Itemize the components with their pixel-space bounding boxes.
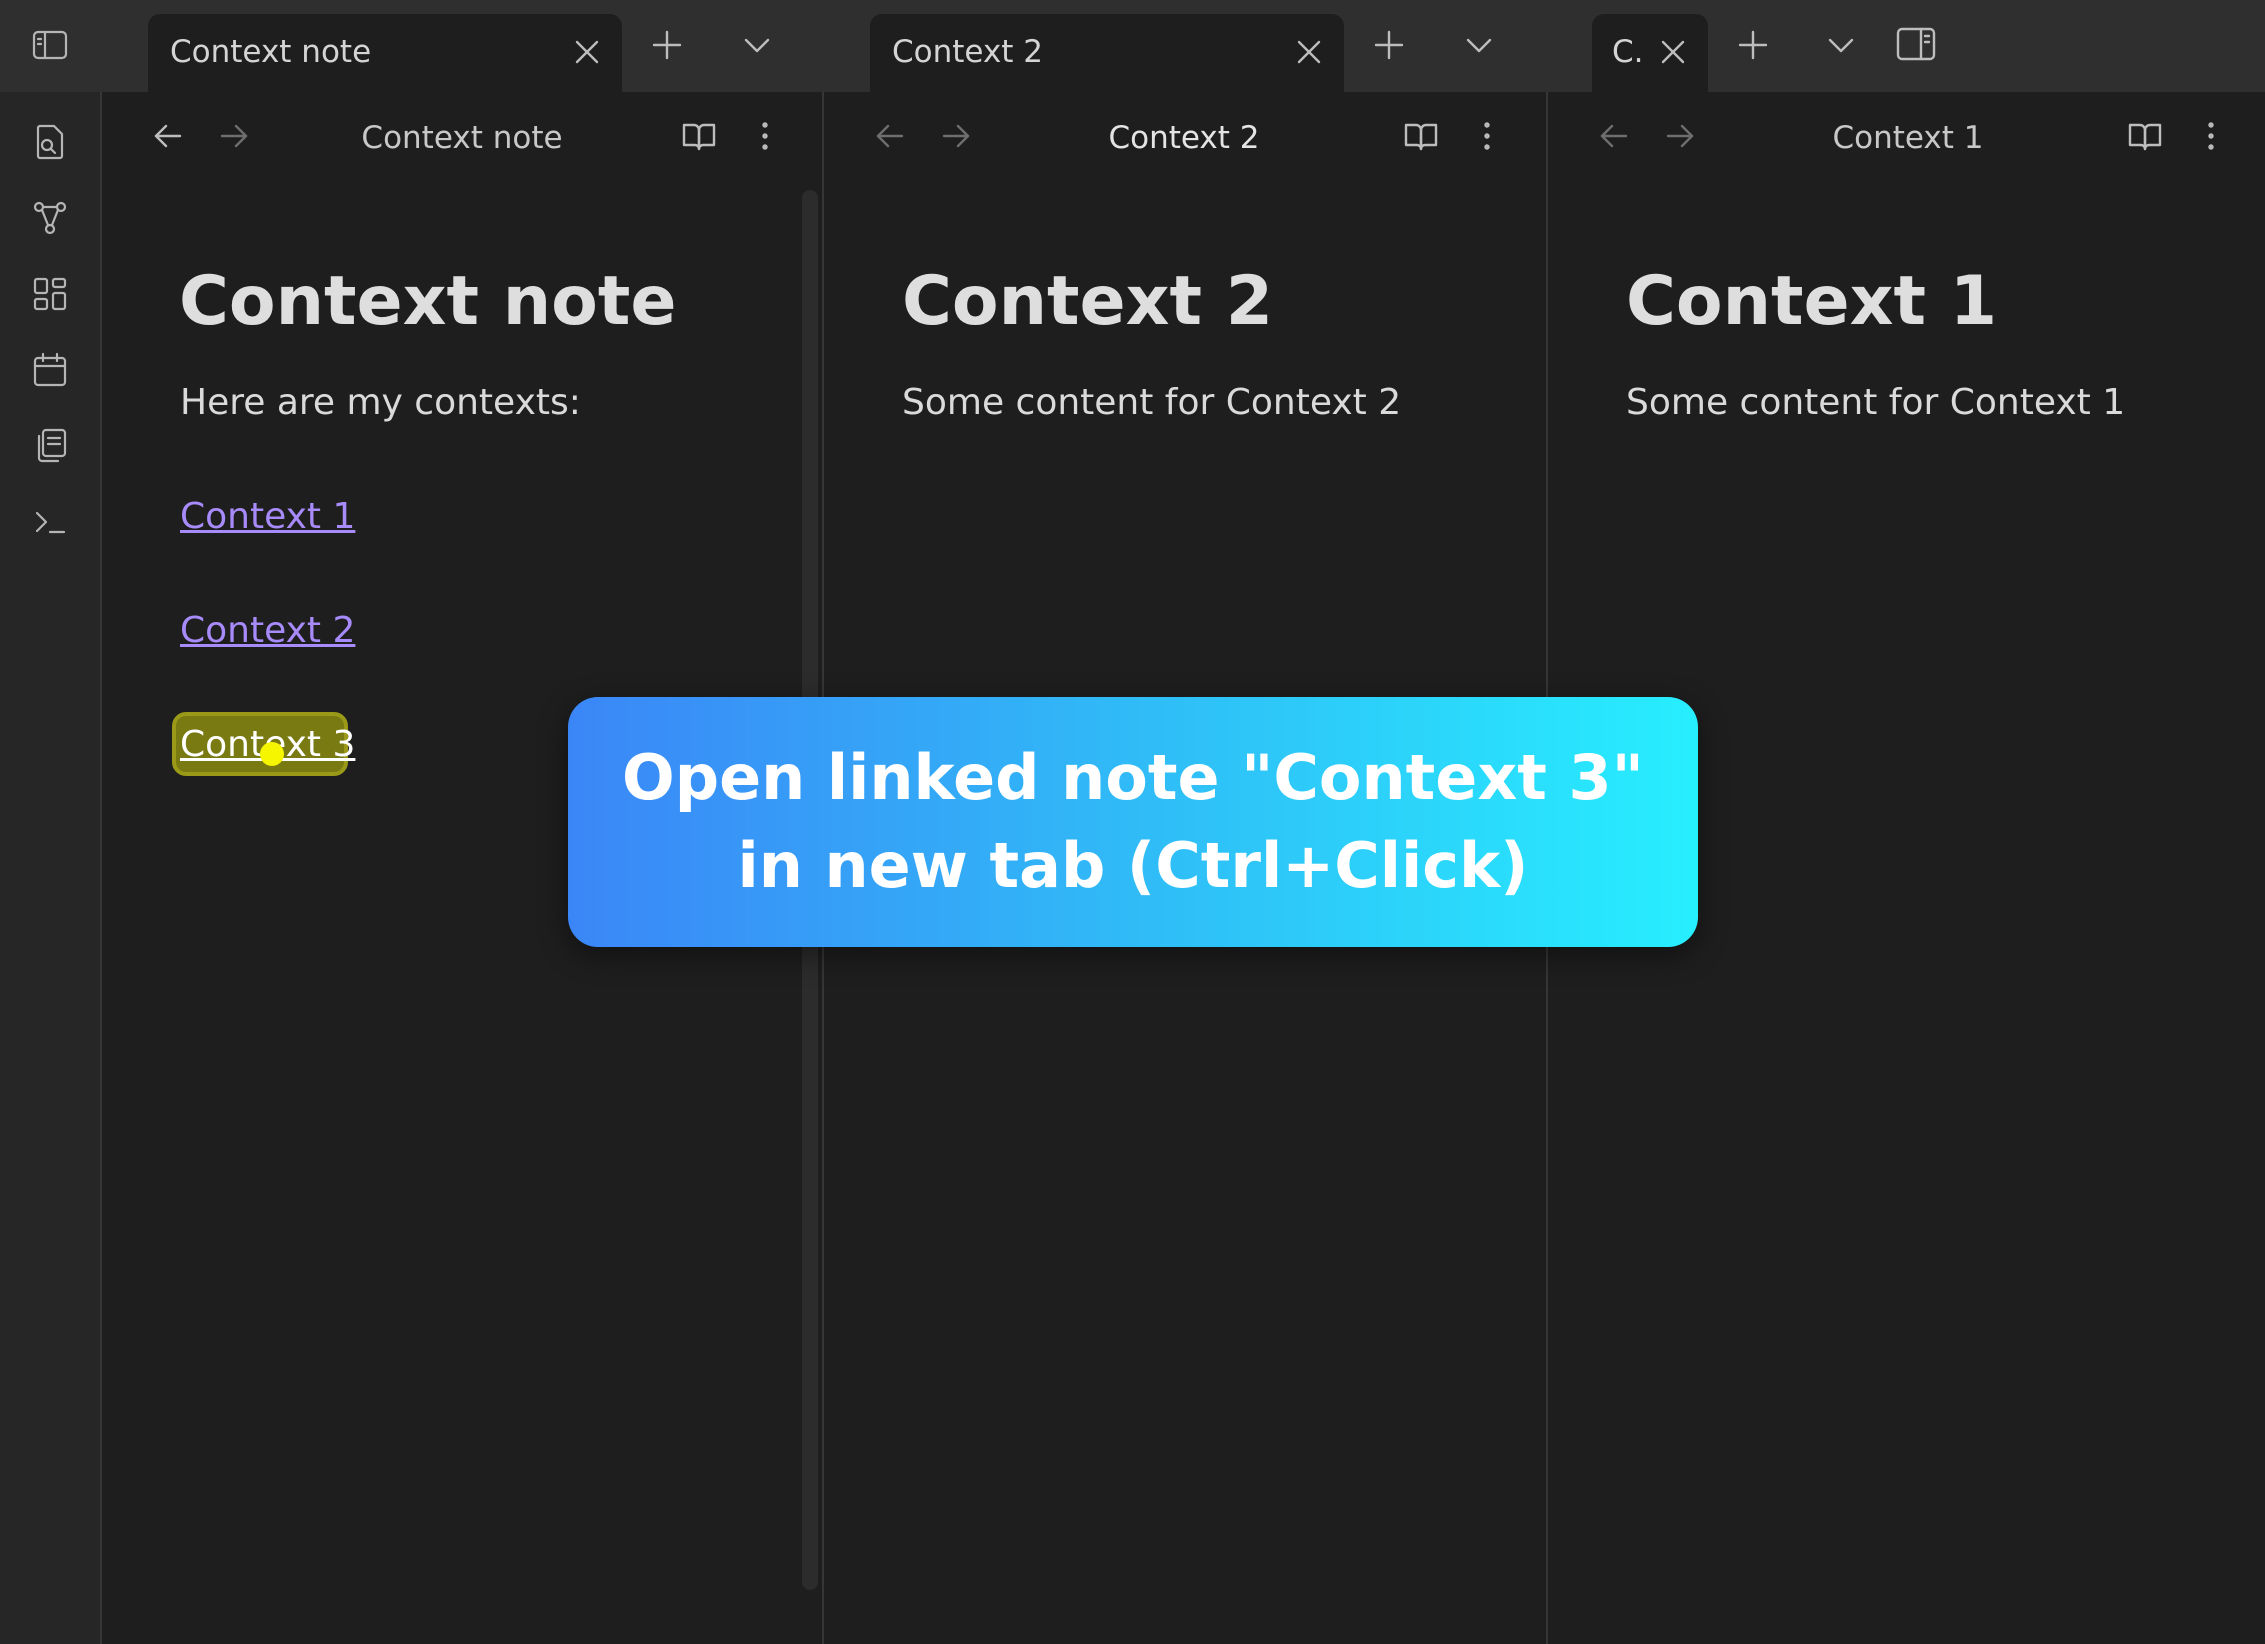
back-arrow-icon[interactable] [1596, 118, 1632, 154]
link-context-2[interactable]: Context 2 [180, 610, 355, 651]
close-icon[interactable] [1290, 33, 1328, 71]
graph-icon[interactable] [26, 194, 74, 242]
quick-switch-icon[interactable] [26, 118, 74, 166]
more-options-icon[interactable] [1468, 117, 1506, 155]
calendar-icon[interactable] [26, 346, 74, 394]
canvas-icon[interactable] [26, 270, 74, 318]
new-tab-icon[interactable] [1734, 26, 1772, 64]
more-options-icon[interactable] [2192, 117, 2230, 155]
templates-icon[interactable] [26, 422, 74, 470]
view-header-title[interactable]: Context 1 [1748, 92, 2068, 184]
terminal-icon[interactable] [26, 498, 74, 546]
banner-line-2: in new tab (Ctrl+Click) [737, 829, 1529, 902]
right-sidebar-toggle-icon[interactable] [1894, 22, 1938, 66]
chevron-down-icon[interactable] [738, 26, 776, 64]
chevron-down-icon[interactable] [1460, 26, 1498, 64]
note-paragraph: Here are my contexts: [180, 382, 581, 423]
banner-line-1: Open linked note "Context 3" [622, 741, 1644, 814]
reading-mode-icon[interactable] [2126, 117, 2164, 155]
back-arrow-icon[interactable] [150, 118, 186, 154]
tab-title: Context 2 [892, 34, 1044, 70]
tab-context-1[interactable]: C. [1592, 14, 1708, 92]
chevron-down-icon[interactable] [1822, 26, 1860, 64]
sidebar-toggle-icon[interactable] [26, 21, 74, 69]
instruction-banner: Open linked note "Context 3" in new tab … [568, 697, 1698, 947]
reading-mode-icon[interactable] [680, 117, 718, 155]
close-icon[interactable] [1654, 33, 1692, 71]
left-ribbon [0, 0, 102, 1644]
forward-arrow-icon[interactable] [938, 118, 974, 154]
back-arrow-icon[interactable] [872, 118, 908, 154]
note-paragraph: Some content for Context 2 [902, 382, 1402, 423]
note-paragraph: Some content for Context 1 [1626, 382, 2126, 423]
new-tab-icon[interactable] [1370, 26, 1408, 64]
tab-title: Context note [170, 34, 372, 70]
more-options-icon[interactable] [746, 117, 784, 155]
reading-mode-icon[interactable] [1402, 117, 1440, 155]
forward-arrow-icon[interactable] [1662, 118, 1698, 154]
link-context-1[interactable]: Context 1 [180, 496, 355, 537]
note-heading: Context 1 [1626, 262, 1998, 341]
tab-context-2[interactable]: Context 2 [870, 14, 1344, 92]
tab-title: C. [1612, 34, 1644, 70]
note-heading: Context 2 [902, 262, 1274, 341]
view-header-title[interactable]: Context 2 [1024, 92, 1344, 184]
close-icon[interactable] [568, 33, 606, 71]
cursor-indicator [260, 742, 284, 766]
tab-context-note[interactable]: Context note [148, 14, 622, 92]
view-header-title[interactable]: Context note [302, 92, 622, 184]
new-tab-icon[interactable] [648, 26, 686, 64]
forward-arrow-icon[interactable] [216, 118, 252, 154]
note-heading: Context note [179, 262, 677, 341]
